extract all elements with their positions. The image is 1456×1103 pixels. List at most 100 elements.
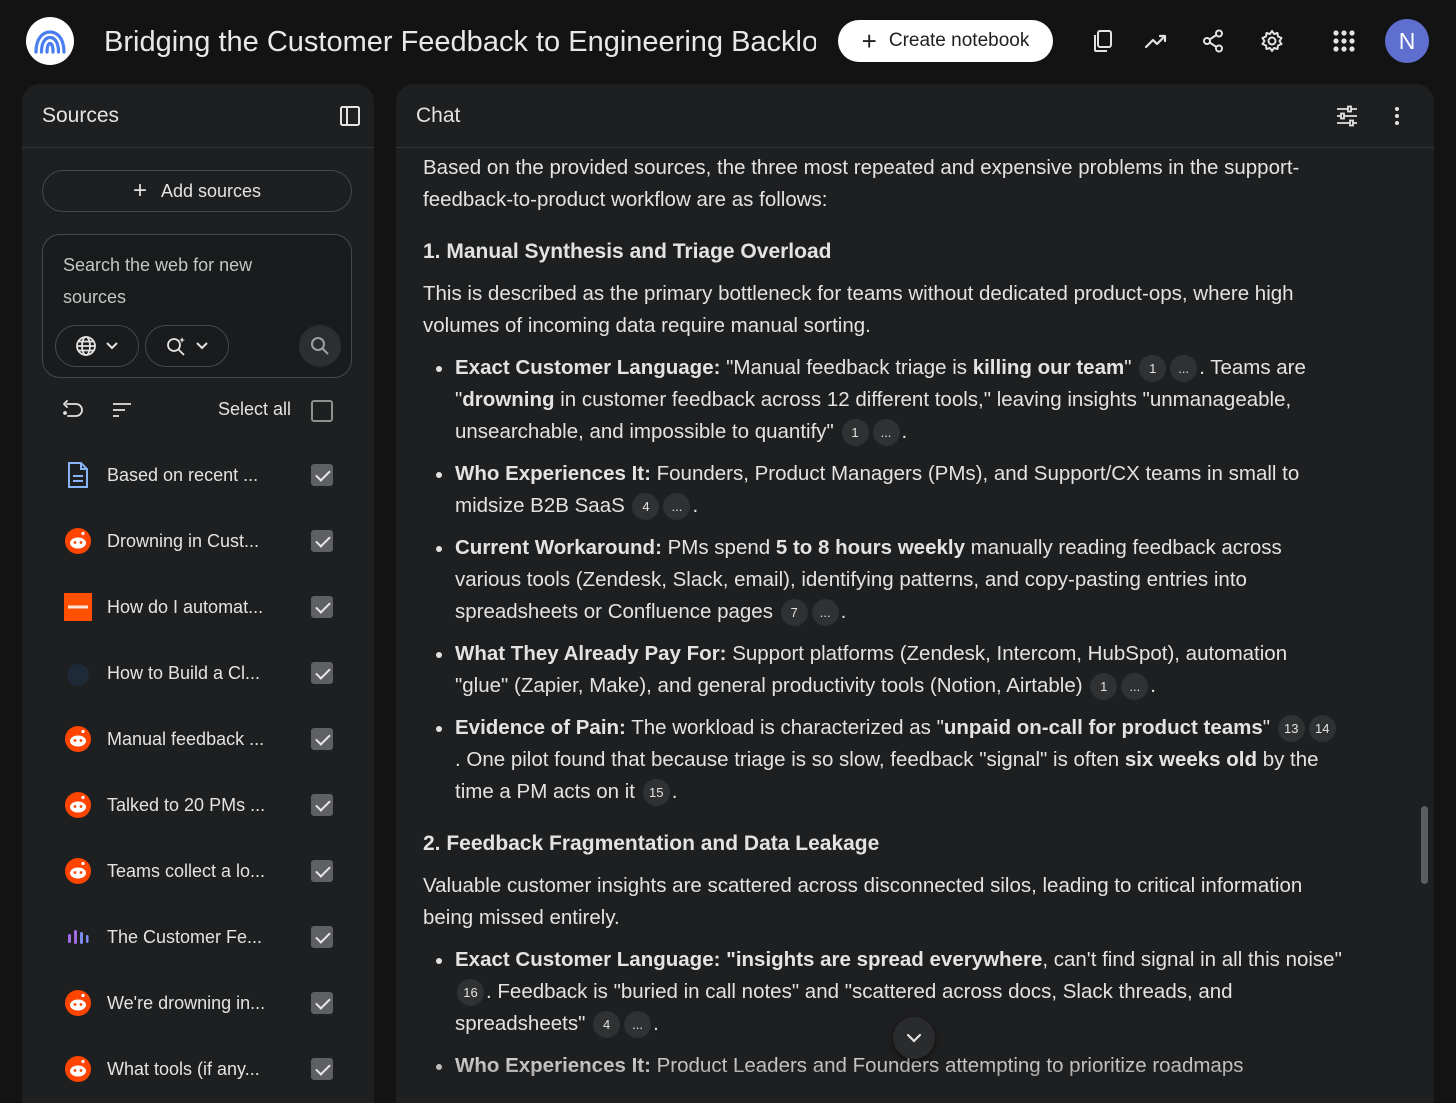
section-description: This is described as the primary bottlen… — [423, 282, 1294, 337]
source-label: How do I automat... — [107, 597, 264, 617]
source-label: Teams collect a lo... — [107, 861, 266, 881]
source-item[interactable]: Manual feedback ... — [22, 711, 374, 767]
sort-icon[interactable] — [112, 402, 132, 423]
research-mode-dropdown[interactable] — [145, 325, 229, 367]
bullet-label: What They Already Pay For: — [455, 642, 727, 665]
citation-chip[interactable]: 1 — [1139, 355, 1167, 383]
source-checkbox[interactable] — [311, 596, 333, 618]
user-avatar[interactable]: N — [1385, 19, 1429, 63]
bullet-bold-text: killing our team — [972, 356, 1125, 379]
source-label: What tools (if any... — [107, 1059, 260, 1079]
scroll-to-bottom-button[interactable] — [893, 1017, 935, 1059]
analytics-trend-icon[interactable] — [1139, 24, 1173, 58]
sparkle-search-icon — [167, 337, 185, 356]
settings-gear-icon[interactable] — [1255, 24, 1289, 58]
bullet-text: . — [692, 494, 699, 517]
notebook-title[interactable]: Bridging the Customer Feedback to Engine… — [104, 22, 816, 62]
search-submit-button[interactable] — [299, 325, 341, 367]
bullet-text: "Manual feedback triage is — [720, 356, 973, 379]
citation-more-chip[interactable]: ... — [1170, 355, 1198, 383]
source-checkbox[interactable] — [311, 530, 333, 552]
citation-chip[interactable]: 13 — [1277, 715, 1305, 743]
more-options-icon[interactable] — [1394, 106, 1400, 131]
source-checkbox[interactable] — [311, 728, 333, 750]
share-icon[interactable] — [1196, 24, 1230, 58]
create-notebook-button[interactable]: + Create notebook — [838, 20, 1053, 62]
source-item[interactable]: Talked to 20 PMs ... — [22, 777, 374, 833]
bullet-text: " — [1124, 356, 1138, 379]
chevron-down-icon — [196, 342, 208, 350]
reddit-icon — [64, 725, 92, 753]
bullet-item: Exact Customer Language: "Manual feedbac… — [423, 352, 1343, 448]
bullet-text: . — [1150, 674, 1156, 697]
bullet-text: . One pilot found that because triage is… — [455, 748, 1125, 771]
source-checkbox[interactable] — [311, 464, 333, 486]
source-item[interactable]: We're drowning in... — [22, 975, 374, 1031]
source-checkbox[interactable] — [311, 1058, 333, 1080]
apps-grid-icon[interactable] — [1327, 24, 1361, 58]
citation-chip[interactable]: 1 — [841, 419, 869, 447]
globe-icon — [76, 336, 96, 356]
search-icon — [311, 337, 329, 355]
bullet-item: Current Workaround: PMs spend 5 to 8 hou… — [423, 532, 1343, 628]
copy-icon[interactable] — [1086, 24, 1120, 58]
bullet-bold-text: 5 to 8 hours weekly — [775, 536, 965, 559]
bullet-bold-text: insights are spread everywhere — [735, 948, 1043, 971]
web-search-input[interactable]: Search the web for new sources — [63, 249, 313, 313]
notebooklm-logo-icon[interactable] — [26, 17, 74, 65]
section-heading: 1. Manual Synthesis and Triage Overload — [423, 240, 832, 263]
tune-settings-icon[interactable] — [1336, 105, 1358, 132]
source-item[interactable]: How do I automat... — [22, 579, 374, 635]
bullet-bold-text: unpaid on-call for product teams — [943, 716, 1263, 739]
citation-chip[interactable]: 14 — [1308, 715, 1336, 743]
reddit-icon — [64, 1055, 92, 1083]
bullet-text: Product Leaders and Founders attempting … — [650, 1054, 1244, 1077]
citation-chip[interactable]: 1 — [1090, 673, 1118, 701]
chat-scrollbar[interactable] — [1421, 806, 1428, 884]
source-item[interactable]: Based on recent ... — [22, 447, 374, 503]
document-icon — [64, 461, 92, 489]
citation-chip[interactable]: 4 — [593, 1011, 621, 1039]
bullet-label: Exact Customer Language: — [455, 356, 721, 379]
source-checkbox[interactable] — [311, 926, 333, 948]
refresh-sources-icon[interactable] — [62, 400, 84, 425]
add-sources-button[interactable]: + Add sources — [42, 170, 352, 212]
site-icon — [64, 659, 92, 687]
bullet-bold-text: drowning — [462, 388, 555, 411]
sources-header: Sources — [22, 84, 374, 148]
source-checkbox[interactable] — [311, 860, 333, 882]
source-type-dropdown[interactable] — [55, 325, 139, 367]
plus-icon: + — [132, 177, 147, 204]
source-item[interactable]: How to Build a Cl... — [22, 645, 374, 701]
sources-title: Sources — [42, 104, 120, 127]
bullet-text: . — [671, 780, 678, 803]
bullet-item: Exact Customer Language: "insights are s… — [423, 944, 1343, 1040]
select-all-label: Select all — [218, 399, 292, 419]
citation-more-chip[interactable]: ... — [663, 493, 691, 521]
citation-chip[interactable]: 4 — [632, 493, 660, 521]
reddit-icon — [64, 857, 92, 885]
source-item[interactable]: The Customer Fe... — [22, 909, 374, 965]
citation-chip[interactable]: 7 — [780, 599, 808, 627]
bullet-text: . Feedback is "buried in call notes" and… — [455, 980, 1233, 1035]
citation-more-chip[interactable]: ... — [872, 419, 900, 447]
citation-more-chip[interactable]: ... — [1121, 673, 1149, 701]
select-all-checkbox[interactable] — [311, 400, 333, 422]
source-checkbox[interactable] — [311, 992, 333, 1014]
bullet-label: Current Workaround: — [455, 536, 662, 559]
source-item[interactable]: What tools (if any... — [22, 1041, 374, 1097]
bullet-item: What They Already Pay For: Support platf… — [423, 638, 1343, 702]
citation-more-chip[interactable]: ... — [624, 1011, 652, 1039]
citation-chip[interactable]: 16 — [457, 979, 484, 1007]
source-item[interactable]: Teams collect a lo... — [22, 843, 374, 899]
source-checkbox[interactable] — [311, 662, 333, 684]
source-label: Based on recent ... — [107, 465, 259, 485]
source-checkbox[interactable] — [311, 794, 333, 816]
source-item[interactable]: Drowning in Cust... — [22, 513, 374, 569]
bullet-label: Evidence of Pain: — [455, 716, 626, 739]
citation-chip[interactable]: 15 — [642, 779, 670, 807]
citation-more-chip[interactable]: ... — [811, 599, 839, 627]
chat-title: Chat — [416, 104, 461, 127]
collapse-panel-icon[interactable] — [340, 106, 360, 131]
plus-icon: + — [861, 26, 877, 56]
